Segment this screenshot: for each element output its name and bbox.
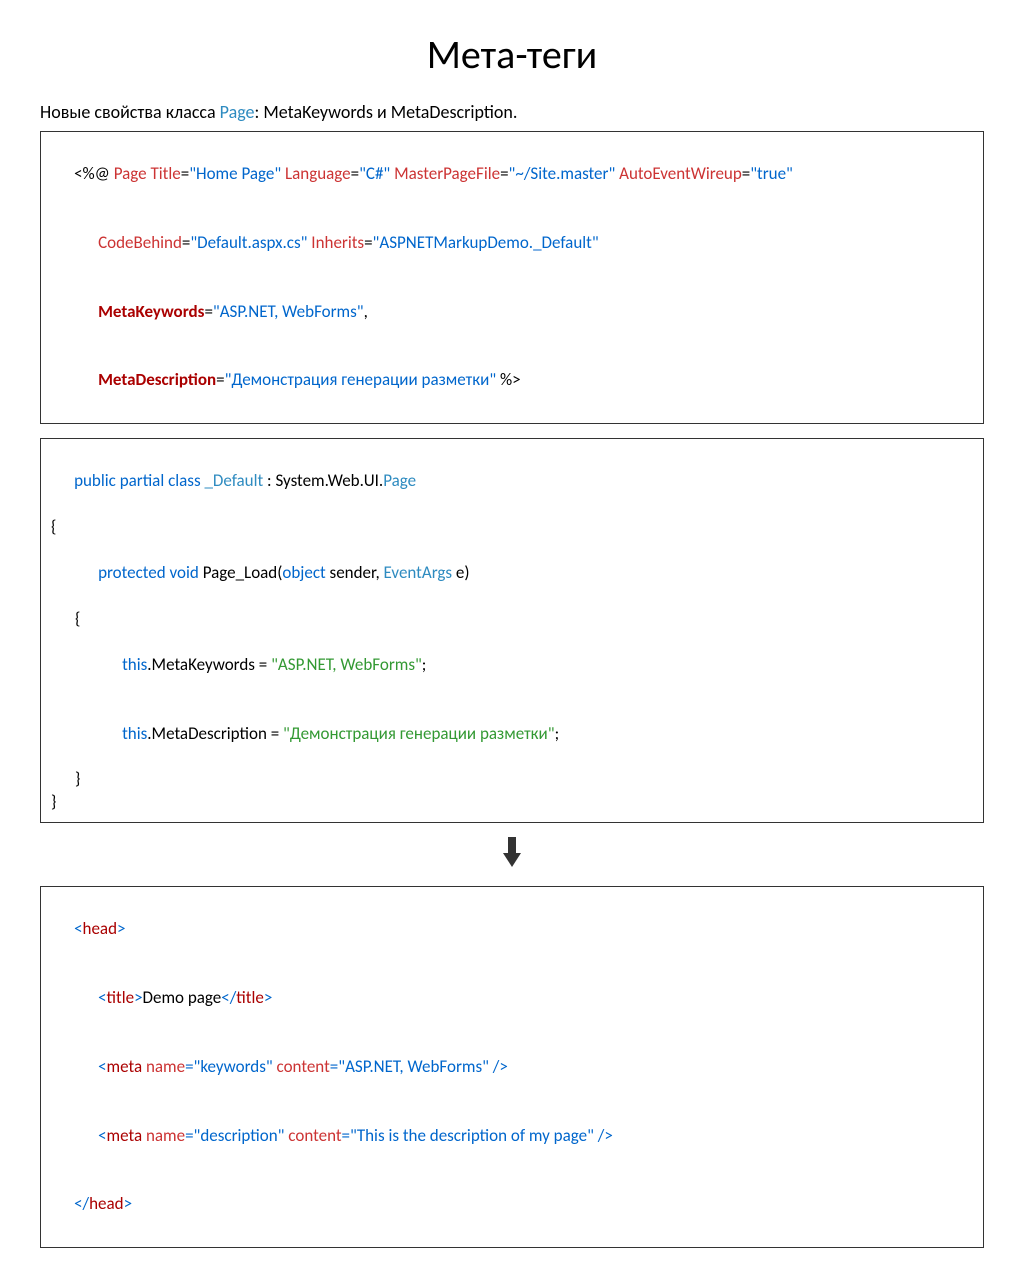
t: "~/Site.master": [509, 163, 616, 184]
t: "This is the description of my page": [350, 1125, 594, 1146]
t: >: [124, 1193, 132, 1214]
t: >: [117, 918, 125, 939]
t: =: [500, 163, 508, 184]
t: </: [74, 1193, 89, 1214]
t: void: [166, 562, 199, 583]
code-box-aspx: <%@ Page Title="Home Page" Language="C#"…: [40, 131, 984, 424]
t: %>: [496, 369, 520, 390]
t: =: [330, 1056, 338, 1077]
t: "Демонстрация генерации разметки": [283, 723, 555, 744]
t: _Default: [201, 470, 264, 491]
t: <: [98, 987, 106, 1008]
t: .MetaKeywords =: [147, 654, 271, 675]
t: Title: [147, 163, 181, 184]
t: }: [75, 768, 80, 789]
t: e): [452, 562, 469, 583]
t: =: [204, 301, 212, 322]
t: Page: [110, 163, 147, 184]
t: Inherits: [307, 232, 364, 253]
t: CodeBehind: [98, 232, 182, 253]
slide-title: Мета-теги: [40, 30, 984, 79]
t: {: [51, 516, 56, 537]
code-box-html: <head> <title>Demo page</title> <meta na…: [40, 886, 984, 1248]
subtitle-suffix: : MetaKeywords и MetaDescription.: [255, 101, 518, 123]
t: "ASP.NET, WebForms": [338, 1056, 489, 1077]
t: : System.Web.UI.: [263, 470, 383, 491]
t: "ASPNETMarkupDemo._Default": [373, 232, 599, 253]
t: EventArgs: [384, 562, 453, 583]
t: "keywords": [194, 1056, 273, 1077]
t: content: [284, 1125, 341, 1146]
t: <: [74, 918, 82, 939]
t: ;: [422, 654, 427, 675]
t: content: [273, 1056, 330, 1077]
t: {: [75, 608, 80, 629]
t: this: [122, 723, 147, 744]
t: =: [181, 163, 189, 184]
t: <%@: [74, 163, 110, 184]
t: meta: [107, 1125, 143, 1146]
t: title: [236, 987, 264, 1008]
t: </: [221, 987, 236, 1008]
t: Page: [383, 470, 416, 491]
t: "C#": [359, 163, 390, 184]
t: "Демонстрация генерации разметки": [225, 369, 497, 390]
t: >: [264, 987, 272, 1008]
t: }: [51, 791, 56, 812]
t: />: [489, 1056, 508, 1077]
t: ;: [555, 723, 560, 744]
subtitle: Новые свойства класса Page: MetaKeywords…: [40, 101, 984, 123]
t: "description": [194, 1125, 285, 1146]
code-box-csharp: public partial class _Default : System.W…: [40, 438, 984, 823]
t: =: [351, 163, 359, 184]
t: .MetaDescription =: [147, 723, 283, 744]
t: Page_Load(: [199, 562, 283, 583]
t: Language: [281, 163, 350, 184]
t: =: [742, 163, 750, 184]
t: MetaKeywords: [98, 301, 204, 322]
arrow-down-icon: [40, 837, 984, 872]
t: <: [98, 1125, 106, 1146]
t: =: [364, 232, 372, 253]
t: <: [98, 1056, 106, 1077]
t: =: [342, 1125, 350, 1146]
t: ,: [364, 301, 368, 322]
t: class: [164, 470, 200, 491]
t: name: [142, 1125, 185, 1146]
t: name: [142, 1056, 185, 1077]
t: "ASP.NET, WebForms": [271, 654, 422, 675]
t: public: [74, 470, 116, 491]
t: partial: [116, 470, 164, 491]
t: Demo page: [143, 987, 222, 1008]
t: AutoEventWireup: [615, 163, 742, 184]
t: MetaDescription: [98, 369, 216, 390]
t: object: [282, 562, 325, 583]
t: head: [83, 918, 117, 939]
t: protected: [98, 562, 166, 583]
t: head: [89, 1193, 123, 1214]
t: "ASP.NET, WebForms": [213, 301, 364, 322]
t: />: [594, 1125, 613, 1146]
t: MasterPageFile: [390, 163, 500, 184]
subtitle-page: Page: [220, 101, 255, 123]
t: =: [185, 1056, 193, 1077]
t: sender,: [326, 562, 384, 583]
t: meta: [107, 1056, 143, 1077]
t: =: [216, 369, 224, 390]
t: title: [107, 987, 135, 1008]
t: "true": [750, 163, 793, 184]
t: "Default.aspx.cs": [190, 232, 307, 253]
t: this: [122, 654, 147, 675]
t: >: [134, 987, 142, 1008]
t: =: [185, 1125, 193, 1146]
subtitle-prefix: Новые свойства класса: [40, 101, 220, 123]
t: "Home Page": [189, 163, 281, 184]
